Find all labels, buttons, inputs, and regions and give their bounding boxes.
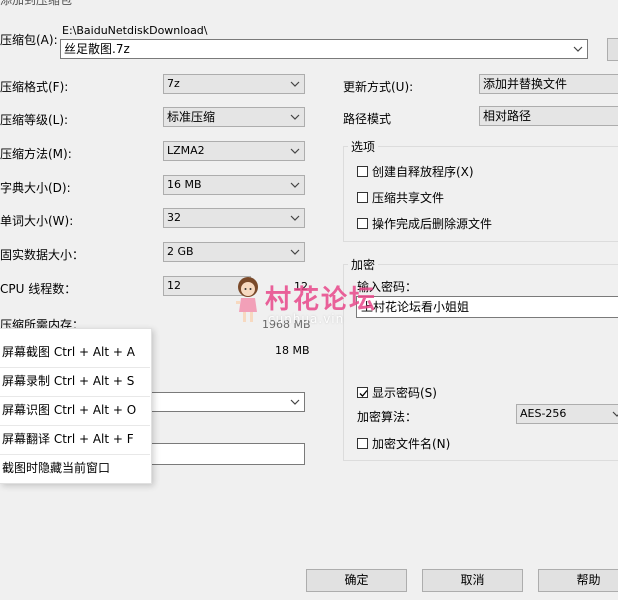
context-menu: 屏幕截图 Ctrl + Alt + A 屏幕录制 Ctrl + Alt + S …	[0, 328, 152, 484]
menu-divider	[0, 396, 150, 397]
menu-divider	[0, 367, 150, 368]
password-value: 上村花论坛看小姐姐	[361, 300, 470, 314]
menu-item-record[interactable]: 屏幕录制 Ctrl + Alt + S	[2, 372, 134, 389]
chevron-down-icon	[289, 243, 301, 261]
check-icon	[359, 390, 368, 397]
archive-name-value: 丝足散图.7z	[64, 42, 130, 56]
checkbox-box[interactable]	[357, 218, 368, 229]
update-label: 更新方式(U):	[343, 80, 414, 94]
checkbox-box[interactable]	[357, 166, 368, 177]
solid-label: 固实数据大小：	[0, 248, 85, 262]
dict-label: 字典大小(D):	[0, 181, 71, 195]
shared-label: 压缩共享文件	[372, 191, 445, 205]
show-password-label: 显示密码(S)	[372, 386, 437, 400]
ok-button[interactable]: 确定	[306, 569, 407, 592]
encryption-title: 加密	[348, 256, 379, 273]
encryption-method-label: 加密算法：	[357, 410, 418, 424]
window-title: 添加到压缩包	[0, 0, 73, 7]
method-value: LZMA2	[167, 144, 205, 157]
help-button[interactable]: 帮助	[538, 569, 618, 592]
options-title: 选项	[348, 138, 379, 155]
word-value: 32	[167, 211, 181, 224]
checkbox-box[interactable]	[357, 192, 368, 203]
encrypt-names-label: 加密文件名(N)	[372, 437, 451, 451]
password-input[interactable]: 上村花论坛看小姐姐	[356, 296, 618, 318]
sfx-label: 创建自释放程序(X)	[372, 165, 474, 179]
menu-item-translate[interactable]: 屏幕翻译 Ctrl + Alt + F	[2, 430, 134, 447]
dict-select[interactable]: 16 MB	[163, 175, 305, 195]
update-select[interactable]: 添加并替换文件	[479, 74, 618, 94]
update-value: 添加并替换文件	[483, 77, 568, 91]
menu-divider	[0, 454, 150, 455]
watermark-url: cunhua.vin	[268, 312, 345, 326]
chevron-down-icon	[289, 176, 301, 194]
word-label: 单词大小(W):	[0, 214, 74, 228]
format-label: 压缩格式(F):	[0, 80, 69, 94]
checkbox-box[interactable]	[357, 438, 368, 449]
watermark-logo: 村花论坛	[265, 285, 378, 315]
method-label: 压缩方法(M):	[0, 147, 72, 161]
format-value: 7z	[167, 77, 180, 90]
split-volume-select[interactable]	[140, 392, 305, 412]
delete-source-label: 操作完成后删除源文件	[372, 217, 493, 231]
level-value: 标准压缩	[167, 110, 216, 124]
checkbox-box[interactable]	[357, 387, 368, 398]
delete-source-checkbox[interactable]: 操作完成后删除源文件	[357, 215, 492, 232]
browse-button[interactable]	[607, 38, 618, 61]
level-label: 压缩等级(L):	[0, 113, 69, 127]
menu-item-screenshot[interactable]: 屏幕截图 Ctrl + Alt + A	[2, 343, 135, 360]
threads-label: CPU 线程数：	[0, 282, 77, 296]
pathmode-value: 相对路径	[483, 109, 532, 123]
sfx-checkbox[interactable]: 创建自释放程序(X)	[357, 163, 474, 180]
pathmode-label: 路径模式	[343, 112, 392, 126]
chevron-down-icon	[289, 108, 301, 126]
solid-select[interactable]: 2 GB	[163, 242, 305, 262]
format-select[interactable]: 7z	[163, 74, 305, 94]
dict-value: 16 MB	[167, 178, 202, 191]
parameters-input[interactable]	[140, 443, 305, 465]
chevron-down-icon[interactable]	[572, 40, 584, 58]
shared-checkbox[interactable]: 压缩共享文件	[357, 189, 444, 206]
word-select[interactable]: 32	[163, 208, 305, 228]
encryption-method-select[interactable]: AES-256	[516, 404, 618, 424]
chevron-down-icon	[289, 393, 301, 411]
encryption-method-value: AES-256	[520, 407, 567, 420]
method-select[interactable]: LZMA2	[163, 141, 305, 161]
chevron-down-icon	[289, 142, 301, 160]
watermark-mascot-icon	[232, 274, 264, 326]
menu-item-ocr[interactable]: 屏幕识图 Ctrl + Alt + O	[2, 401, 136, 418]
encrypt-names-checkbox[interactable]: 加密文件名(N)	[357, 435, 450, 452]
threads-value: 12	[167, 279, 181, 292]
menu-divider	[0, 425, 150, 426]
archive-path: E:\BaiduNetdiskDownload\	[62, 24, 208, 37]
pathmode-select[interactable]: 相对路径	[479, 106, 618, 126]
archive-label: 压缩包(A):	[0, 33, 58, 47]
cancel-button[interactable]: 取消	[422, 569, 523, 592]
chevron-down-icon	[289, 209, 301, 227]
archive-name-combobox[interactable]: 丝足散图.7z	[60, 39, 588, 59]
chevron-down-icon	[611, 405, 618, 423]
solid-value: 2 GB	[167, 245, 194, 258]
chevron-down-icon	[289, 75, 301, 93]
decompress-memory-value: 18 MB	[275, 344, 310, 357]
show-password-checkbox[interactable]: 显示密码(S)	[357, 384, 437, 401]
level-select[interactable]: 标准压缩	[163, 107, 305, 127]
menu-item-hide-window[interactable]: 截图时隐藏当前窗口	[2, 459, 110, 476]
